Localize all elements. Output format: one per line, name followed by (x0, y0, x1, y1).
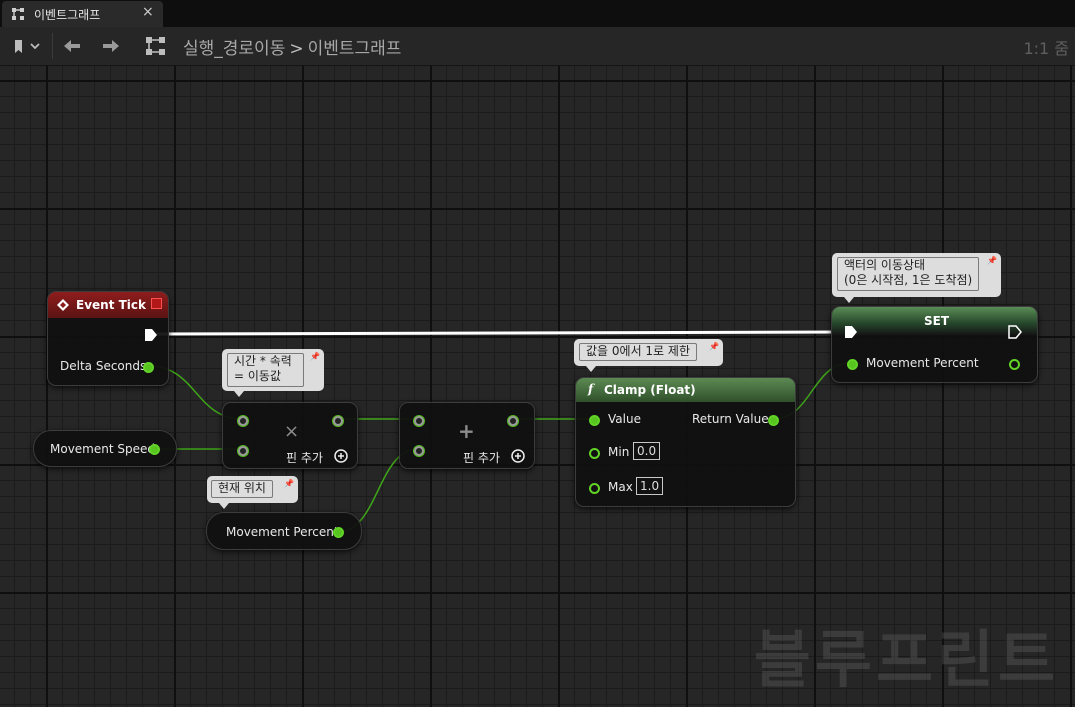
set-comment[interactable]: 액터의 이동상태 (0은 시작점, 1은 도착점) 📌 (832, 253, 1001, 303)
clamp-min-label: Min (608, 445, 630, 459)
clamp-value-label: Value (608, 412, 641, 426)
add-input-a-pin[interactable] (414, 416, 424, 426)
set-movement-percent-in-pin[interactable] (847, 359, 858, 370)
movement-speed-pin[interactable] (149, 444, 160, 455)
forward-icon[interactable] (101, 38, 121, 54)
clamp-value-pin[interactable] (589, 415, 600, 426)
clamp-min-input[interactable]: 0.0 (633, 442, 661, 460)
movement-percent-getter[interactable]: Movement Percent (206, 512, 362, 550)
graph-icon (12, 8, 24, 20)
event-icon (57, 299, 69, 311)
pin-comment-icon[interactable]: 📌 (310, 352, 320, 361)
clamp-header: f Clamp (Float) (576, 378, 795, 402)
graph-icon (146, 37, 165, 55)
comment-tail (586, 366, 596, 372)
breadcrumb-separator: > (289, 39, 304, 59)
delta-seconds-label: Delta Seconds (60, 359, 147, 373)
delta-seconds-pin[interactable] (143, 362, 154, 373)
set-header: SET (832, 307, 1037, 335)
breadcrumb-event-graph[interactable]: 이벤트그래프 (308, 39, 402, 59)
clamp-max-input[interactable]: 1.0 (636, 477, 664, 495)
set-movement-percent-label: Movement Percent (866, 356, 979, 370)
graph-toolbar: 실행_경로이동 > 이벤트그래프 1:1 줌 (0, 27, 1075, 66)
multiply-output-pin[interactable] (333, 416, 343, 426)
multiply-comment-text: 시간 * 속력 = 이동값 (227, 353, 304, 387)
add-pin-icon[interactable] (334, 449, 348, 463)
tab-event-graph[interactable]: 이벤트그래프 × (2, 1, 163, 27)
event-tick-title: Event Tick (76, 298, 147, 312)
output-delegate-icon[interactable] (151, 298, 162, 309)
add-input-b-pin[interactable] (414, 446, 424, 456)
pin-comment-icon[interactable]: 📌 (284, 479, 294, 488)
event-tick-header: Event Tick (48, 292, 168, 318)
multiply-add-pin-label[interactable]: 핀 추가 (286, 449, 323, 466)
comment-tail (844, 297, 854, 303)
multiply-input-b-pin[interactable] (238, 446, 248, 456)
comment-tail (234, 391, 244, 397)
multiply-input-a-pin[interactable] (238, 416, 248, 426)
blueprint-watermark: 블루프린트 (753, 623, 1059, 696)
clamp-comment-text: 값을 0에서 1로 제한 (579, 343, 697, 361)
pin-comment-icon[interactable]: 📌 (709, 342, 719, 351)
breadcrumb: 실행_경로이동 > 이벤트그래프 (183, 34, 401, 59)
current-position-comment[interactable]: 현재 위치 📌 (207, 476, 298, 509)
pin-comment-icon[interactable]: 📌 (987, 256, 997, 265)
clamp-return-label: Return Value (692, 412, 769, 426)
exec-wire (154, 330, 847, 336)
event-tick-node[interactable]: Event Tick Delta Seconds (47, 291, 169, 386)
clamp-max-label: Max (608, 480, 633, 494)
exec-out-pin[interactable] (1008, 325, 1022, 339)
breadcrumb-blueprint[interactable]: 실행_경로이동 (183, 39, 285, 59)
multiply-node[interactable]: × 핀 추가 (222, 402, 358, 469)
set-comment-text: 액터의 이동상태 (0은 시작점, 1은 도착점) (837, 257, 980, 291)
add-node[interactable]: + 핀 추가 (399, 402, 535, 469)
movement-percent-out-pin[interactable] (333, 527, 344, 538)
multiply-comment[interactable]: 시간 * 속력 = 이동값 📌 (222, 349, 324, 397)
clamp-return-pin[interactable] (768, 415, 779, 426)
toolbar-divider (52, 33, 53, 59)
back-icon[interactable] (62, 38, 82, 54)
clamp-title: Clamp (Float) (604, 383, 696, 397)
add-symbol: + (458, 419, 475, 443)
close-icon[interactable]: × (142, 4, 154, 20)
clamp-min-pin[interactable] (589, 448, 600, 459)
clamp-max-pin[interactable] (589, 483, 600, 494)
movement-speed-label: Movement Speed (50, 442, 155, 456)
clamp-node[interactable]: f Clamp (Float) Value Return Value Min 0… (575, 377, 796, 507)
add-output-pin[interactable] (508, 416, 518, 426)
multiply-symbol: × (284, 421, 300, 442)
zoom-level: 1:1 줌 (1023, 39, 1069, 58)
bookmark-icon[interactable] (13, 39, 45, 55)
clamp-comment[interactable]: 값을 0에서 1로 제한 📌 (574, 339, 723, 372)
tab-bar: 이벤트그래프 × (0, 0, 1075, 27)
add-add-pin-label[interactable]: 핀 추가 (463, 449, 500, 466)
comment-tail (219, 503, 229, 509)
exec-in-pin[interactable] (844, 325, 858, 339)
current-position-comment-text: 현재 위치 (211, 480, 273, 498)
exec-out-pin[interactable] (144, 328, 158, 342)
function-icon: f (588, 382, 594, 396)
add-pin-icon[interactable] (511, 449, 525, 463)
movement-speed-getter[interactable]: Movement Speed (33, 430, 177, 467)
movement-percent-getter-label: Movement Percent (226, 525, 339, 539)
tab-label: 이벤트그래프 (34, 8, 101, 22)
set-movement-percent-out-pin[interactable] (1009, 359, 1020, 370)
graph-canvas[interactable]: Event Tick Delta Seconds Movement Speed … (0, 66, 1075, 707)
set-node[interactable]: SET Movement Percent (831, 306, 1038, 383)
set-title: SET (924, 314, 950, 328)
